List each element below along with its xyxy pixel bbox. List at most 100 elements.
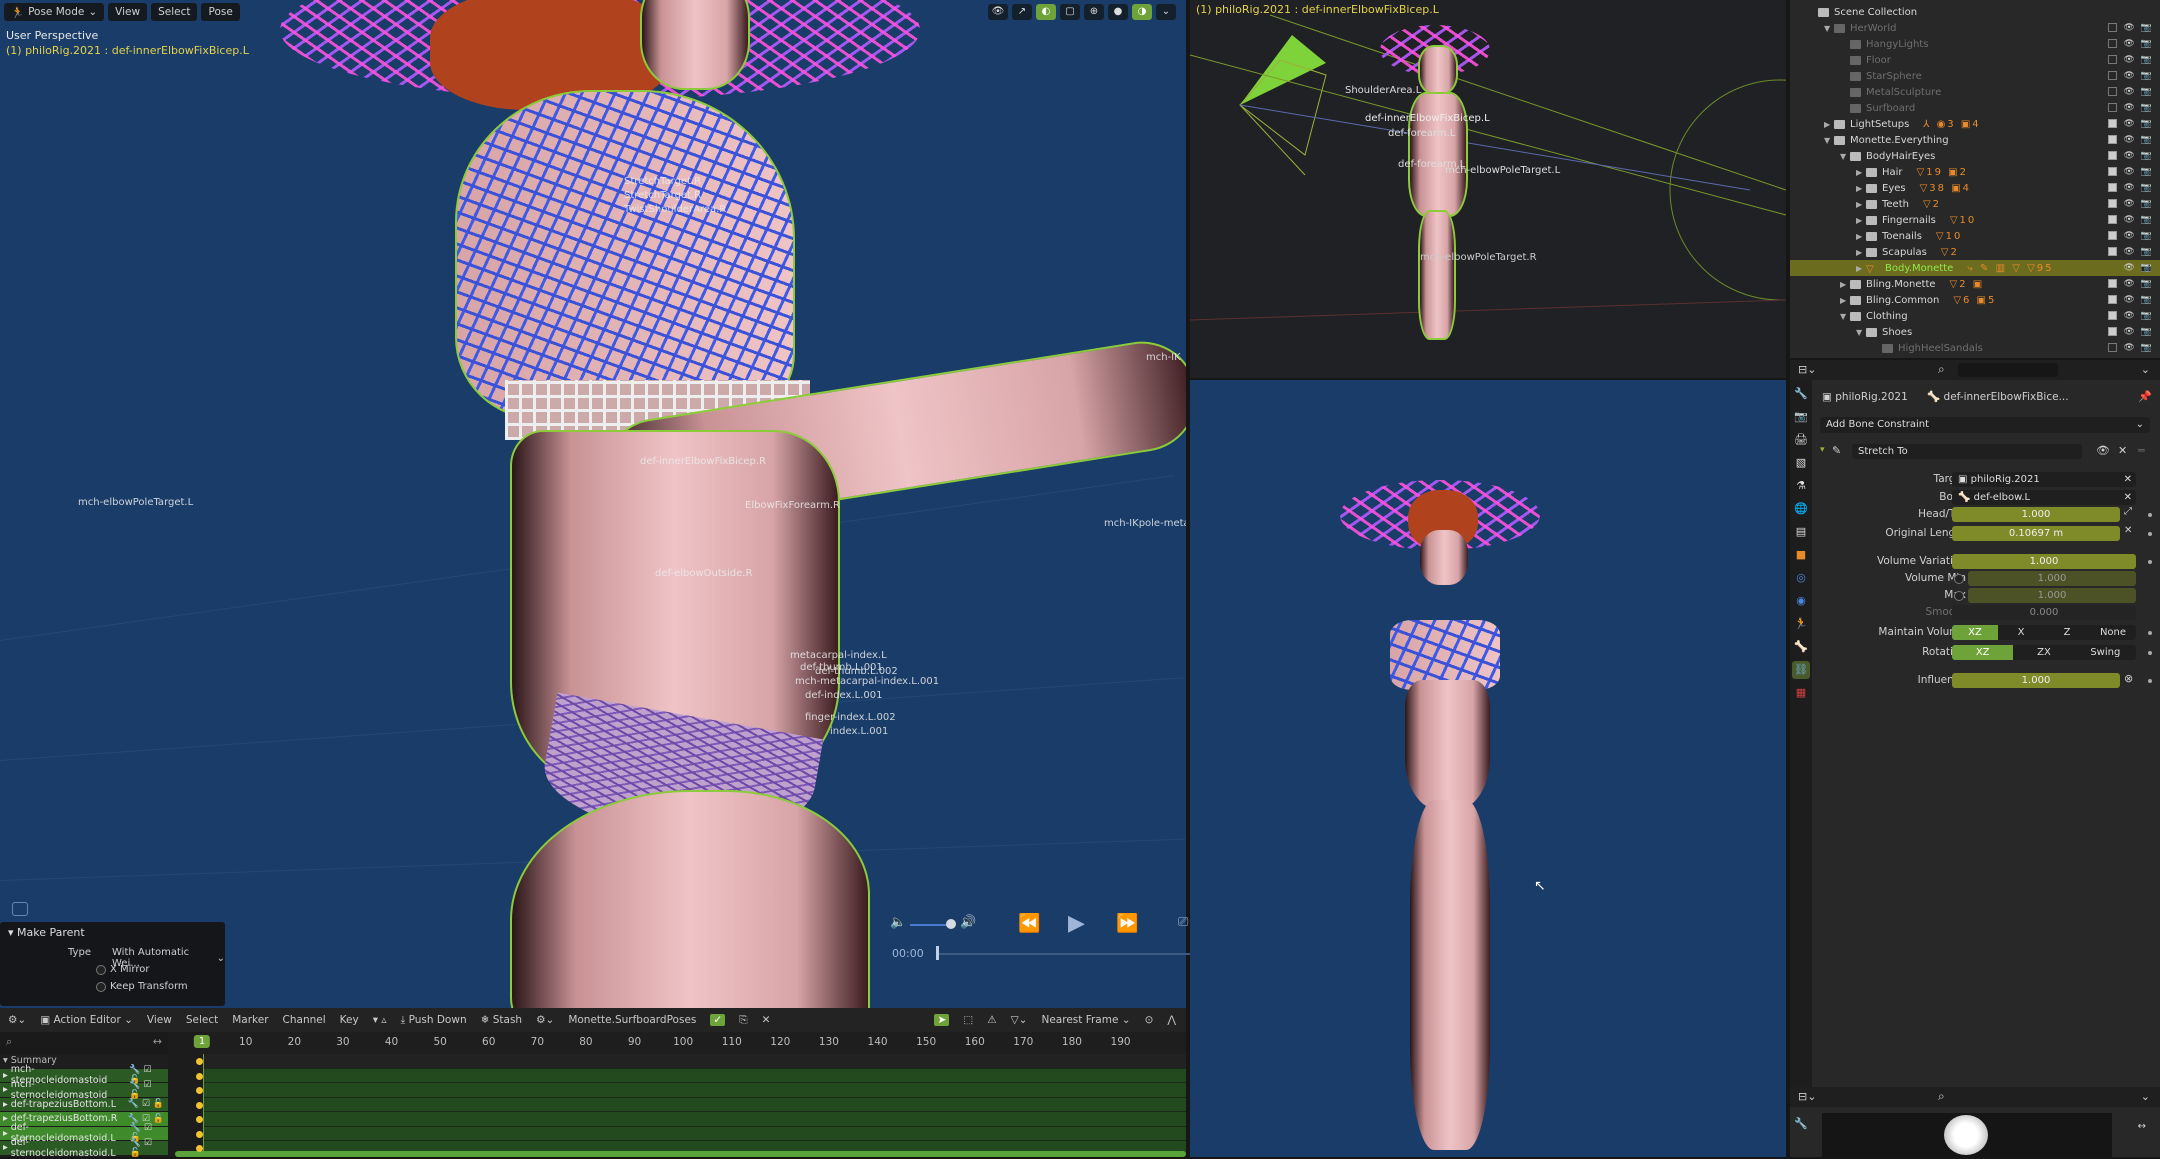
toolbar-collapse-icon[interactable] xyxy=(12,902,28,916)
camera-render-icon[interactable]: 📷 xyxy=(2141,279,2152,289)
volume-slider-knob[interactable] xyxy=(946,919,956,929)
eye-icon[interactable]: 👁 xyxy=(2123,135,2134,145)
view-object-types-icon[interactable]: 👁 xyxy=(988,4,1008,20)
maintain-volume-option[interactable]: None xyxy=(2090,625,2136,640)
expand-arrow-icon[interactable]: ▼ xyxy=(1840,152,1850,161)
exclude-checkbox[interactable] xyxy=(2108,71,2118,80)
smooth-field[interactable]: 0.000 xyxy=(1952,605,2136,620)
show-hidden-icon[interactable]: ⬚ xyxy=(963,1014,973,1026)
rotation-option[interactable]: ZX xyxy=(2013,645,2075,660)
stash-button[interactable]: ❄ Stash xyxy=(481,1014,522,1026)
keyframe-marker[interactable] xyxy=(196,1058,203,1065)
outliner-row[interactable]: ▶ Hair ▽19 ▣2 👁 📷 xyxy=(1790,164,2160,180)
exclude-checkbox[interactable] xyxy=(2108,103,2118,112)
eye-icon[interactable]: 👁 xyxy=(2123,343,2134,353)
expand-arrow-icon[interactable]: ▼ xyxy=(1824,24,1834,33)
render-preview-viewport[interactable]: ↖ xyxy=(1190,380,1786,1157)
expand-arrow-icon[interactable]: ▸ xyxy=(3,1099,8,1110)
only-selected-filter-icon[interactable]: ➤ xyxy=(934,1014,950,1026)
channel-row[interactable]: ▸ def-trapeziusBottom.L 🔧 ☑ 🔓 xyxy=(0,1097,168,1112)
maintain-volume-option[interactable]: XZ xyxy=(1952,625,1998,640)
keyframe-dot-icon[interactable] xyxy=(2148,679,2152,683)
exclude-checkbox[interactable] xyxy=(2108,199,2118,208)
object-type-icons[interactable]: ⤷ ✎ ▥ ▽ ▽95 xyxy=(1967,263,2053,274)
add-bone-constraint-dropdown[interactable]: Add Bone Constraint ⌄ xyxy=(1820,417,2150,433)
expand-arrow-icon[interactable]: ▶ xyxy=(1856,216,1866,225)
camera-render-icon[interactable]: 📷 xyxy=(2141,55,2152,65)
view-layer-tab-icon[interactable]: ▧ xyxy=(1792,454,1810,472)
keyframe-area[interactable] xyxy=(203,1054,1186,1157)
proportional-editing-icon[interactable]: ⊙ xyxy=(1145,1014,1154,1026)
volume-slider-track[interactable] xyxy=(910,924,950,926)
action-browse-icon[interactable]: ⚙⌄ xyxy=(536,1014,554,1026)
camera-render-icon[interactable]: 📷 xyxy=(2141,327,2152,337)
rotation-option[interactable]: Swing xyxy=(2074,645,2136,660)
camera-render-icon[interactable]: 📷 xyxy=(2141,183,2152,193)
current-frame-indicator[interactable]: 1 xyxy=(193,1035,211,1048)
rotation-option[interactable]: XZ xyxy=(1952,645,2014,660)
menu-marker[interactable]: Marker xyxy=(232,1014,268,1026)
camera-render-icon[interactable]: 📷 xyxy=(2141,343,2152,353)
outliner-row[interactable]: ▶ Scapulas ▽2 👁 📷 xyxy=(1790,244,2160,260)
expand-arrow-icon[interactable]: ▶ xyxy=(1824,120,1834,129)
chevron-down-icon[interactable]: ⌄ xyxy=(2141,1090,2150,1103)
action-name-field[interactable]: Monette.SurfboardPoses xyxy=(568,1014,696,1026)
exclude-checkbox[interactable] xyxy=(2108,23,2118,32)
camera-render-icon[interactable]: 📷 xyxy=(2141,87,2152,97)
overlays-toggle-icon[interactable]: ◐ xyxy=(1036,4,1056,20)
influence-slider[interactable]: 1.000 xyxy=(1952,673,2120,688)
eye-icon[interactable]: 👁 xyxy=(2123,71,2134,81)
outliner-row[interactable]: ▶ Eyes ▽38 ▣4 👁 📷 xyxy=(1790,180,2160,196)
outliner-row[interactable]: ▶ Bling.Monette ▽2 ▣ 👁 📷 xyxy=(1790,276,2160,292)
progress-thumb[interactable] xyxy=(936,946,939,960)
keyframe-marker[interactable] xyxy=(196,1101,203,1109)
keyframe-marker[interactable] xyxy=(196,1145,203,1152)
main-3d-viewport[interactable]: mch-elbowPoleTarget.L StretchTarget.R St… xyxy=(0,0,1186,1008)
mute-checkbox[interactable]: ☑ xyxy=(144,1138,152,1148)
camera-render-icon[interactable]: 📷 xyxy=(2141,215,2152,225)
outliner-row[interactable]: ▼ HerWorld 👁 📷 xyxy=(1790,20,2160,36)
keyframe-marker[interactable] xyxy=(196,1116,203,1123)
object-type-icons[interactable]: ▽38 ▣4 xyxy=(1920,183,1971,194)
keep-transform-checkbox[interactable]: Keep Transform xyxy=(96,981,188,992)
expand-arrow-icon[interactable]: ▶ xyxy=(1856,248,1866,257)
mute-checkbox[interactable]: ☑ xyxy=(144,1123,152,1133)
camera-render-icon[interactable]: 📷 xyxy=(2141,199,2152,209)
exclude-checkbox[interactable] xyxy=(2108,215,2118,224)
eye-icon[interactable]: 👁 xyxy=(2123,119,2134,129)
outliner-row[interactable]: ▶ Fingernails ▽10 👁 📷 xyxy=(1790,212,2160,228)
rotation-selector[interactable]: XZ ZX Swing xyxy=(1952,645,2136,660)
expand-arrow-icon[interactable]: ▶ xyxy=(1840,296,1850,305)
mode-dropdown[interactable]: 🏃 Pose Mode ⌄ xyxy=(4,3,105,21)
expand-arrow-icon[interactable]: ▸ xyxy=(3,1142,8,1153)
search-icon[interactable]: ⌕ xyxy=(1938,362,1945,377)
expand-arrow-icon[interactable]: ▸ xyxy=(3,1128,8,1139)
reset-length-icon[interactable]: ✕ xyxy=(2124,525,2132,536)
collapse-arrow-icon[interactable]: ▾ xyxy=(1820,445,1825,455)
eye-icon[interactable]: 👁 xyxy=(2123,23,2134,33)
disable-keep-transform-icon[interactable]: ⊗ xyxy=(2124,672,2133,685)
keyframe-dot-icon[interactable] xyxy=(2148,513,2152,517)
modifier-wrench-icon[interactable]: 🔧 xyxy=(129,1065,140,1075)
head-tail-slider[interactable]: 1.000 xyxy=(1952,507,2120,522)
outliner-row[interactable]: ▼ Shoes 👁 📷 xyxy=(1790,324,2160,340)
camera-render-icon[interactable]: 📷 xyxy=(2141,151,2152,161)
mute-checkbox[interactable]: ☑ xyxy=(142,1099,150,1109)
only-errors-icon[interactable]: ⚠ xyxy=(987,1014,996,1026)
exclude-checkbox[interactable] xyxy=(2108,39,2118,48)
delete-constraint-icon[interactable]: ✕ xyxy=(2118,444,2127,457)
menu-key[interactable]: Key xyxy=(340,1014,359,1026)
keyframe-marker[interactable] xyxy=(196,1130,203,1138)
fake-user-shield-icon[interactable]: ✓ xyxy=(710,1014,726,1026)
editor-type-icon[interactable]: ⚙⌄ xyxy=(8,1014,26,1026)
expand-arrow-icon[interactable]: ▸ xyxy=(3,1113,8,1124)
mute-checkbox[interactable]: ☑ xyxy=(143,1065,151,1075)
outliner-row[interactable]: ▼ Clothing 👁 📷 xyxy=(1790,308,2160,324)
exclude-checkbox[interactable] xyxy=(2108,87,2118,96)
chevron-down-icon[interactable]: ⌄ xyxy=(2141,363,2150,376)
camera-render-icon[interactable]: 📷 xyxy=(2141,135,2152,145)
texture-tab-icon[interactable]: ▦ xyxy=(1792,684,1810,702)
exclude-checkbox[interactable] xyxy=(2108,279,2118,288)
eye-icon[interactable]: 👁 xyxy=(2123,151,2134,161)
lock-icon[interactable]: 🔓 xyxy=(153,1114,164,1124)
